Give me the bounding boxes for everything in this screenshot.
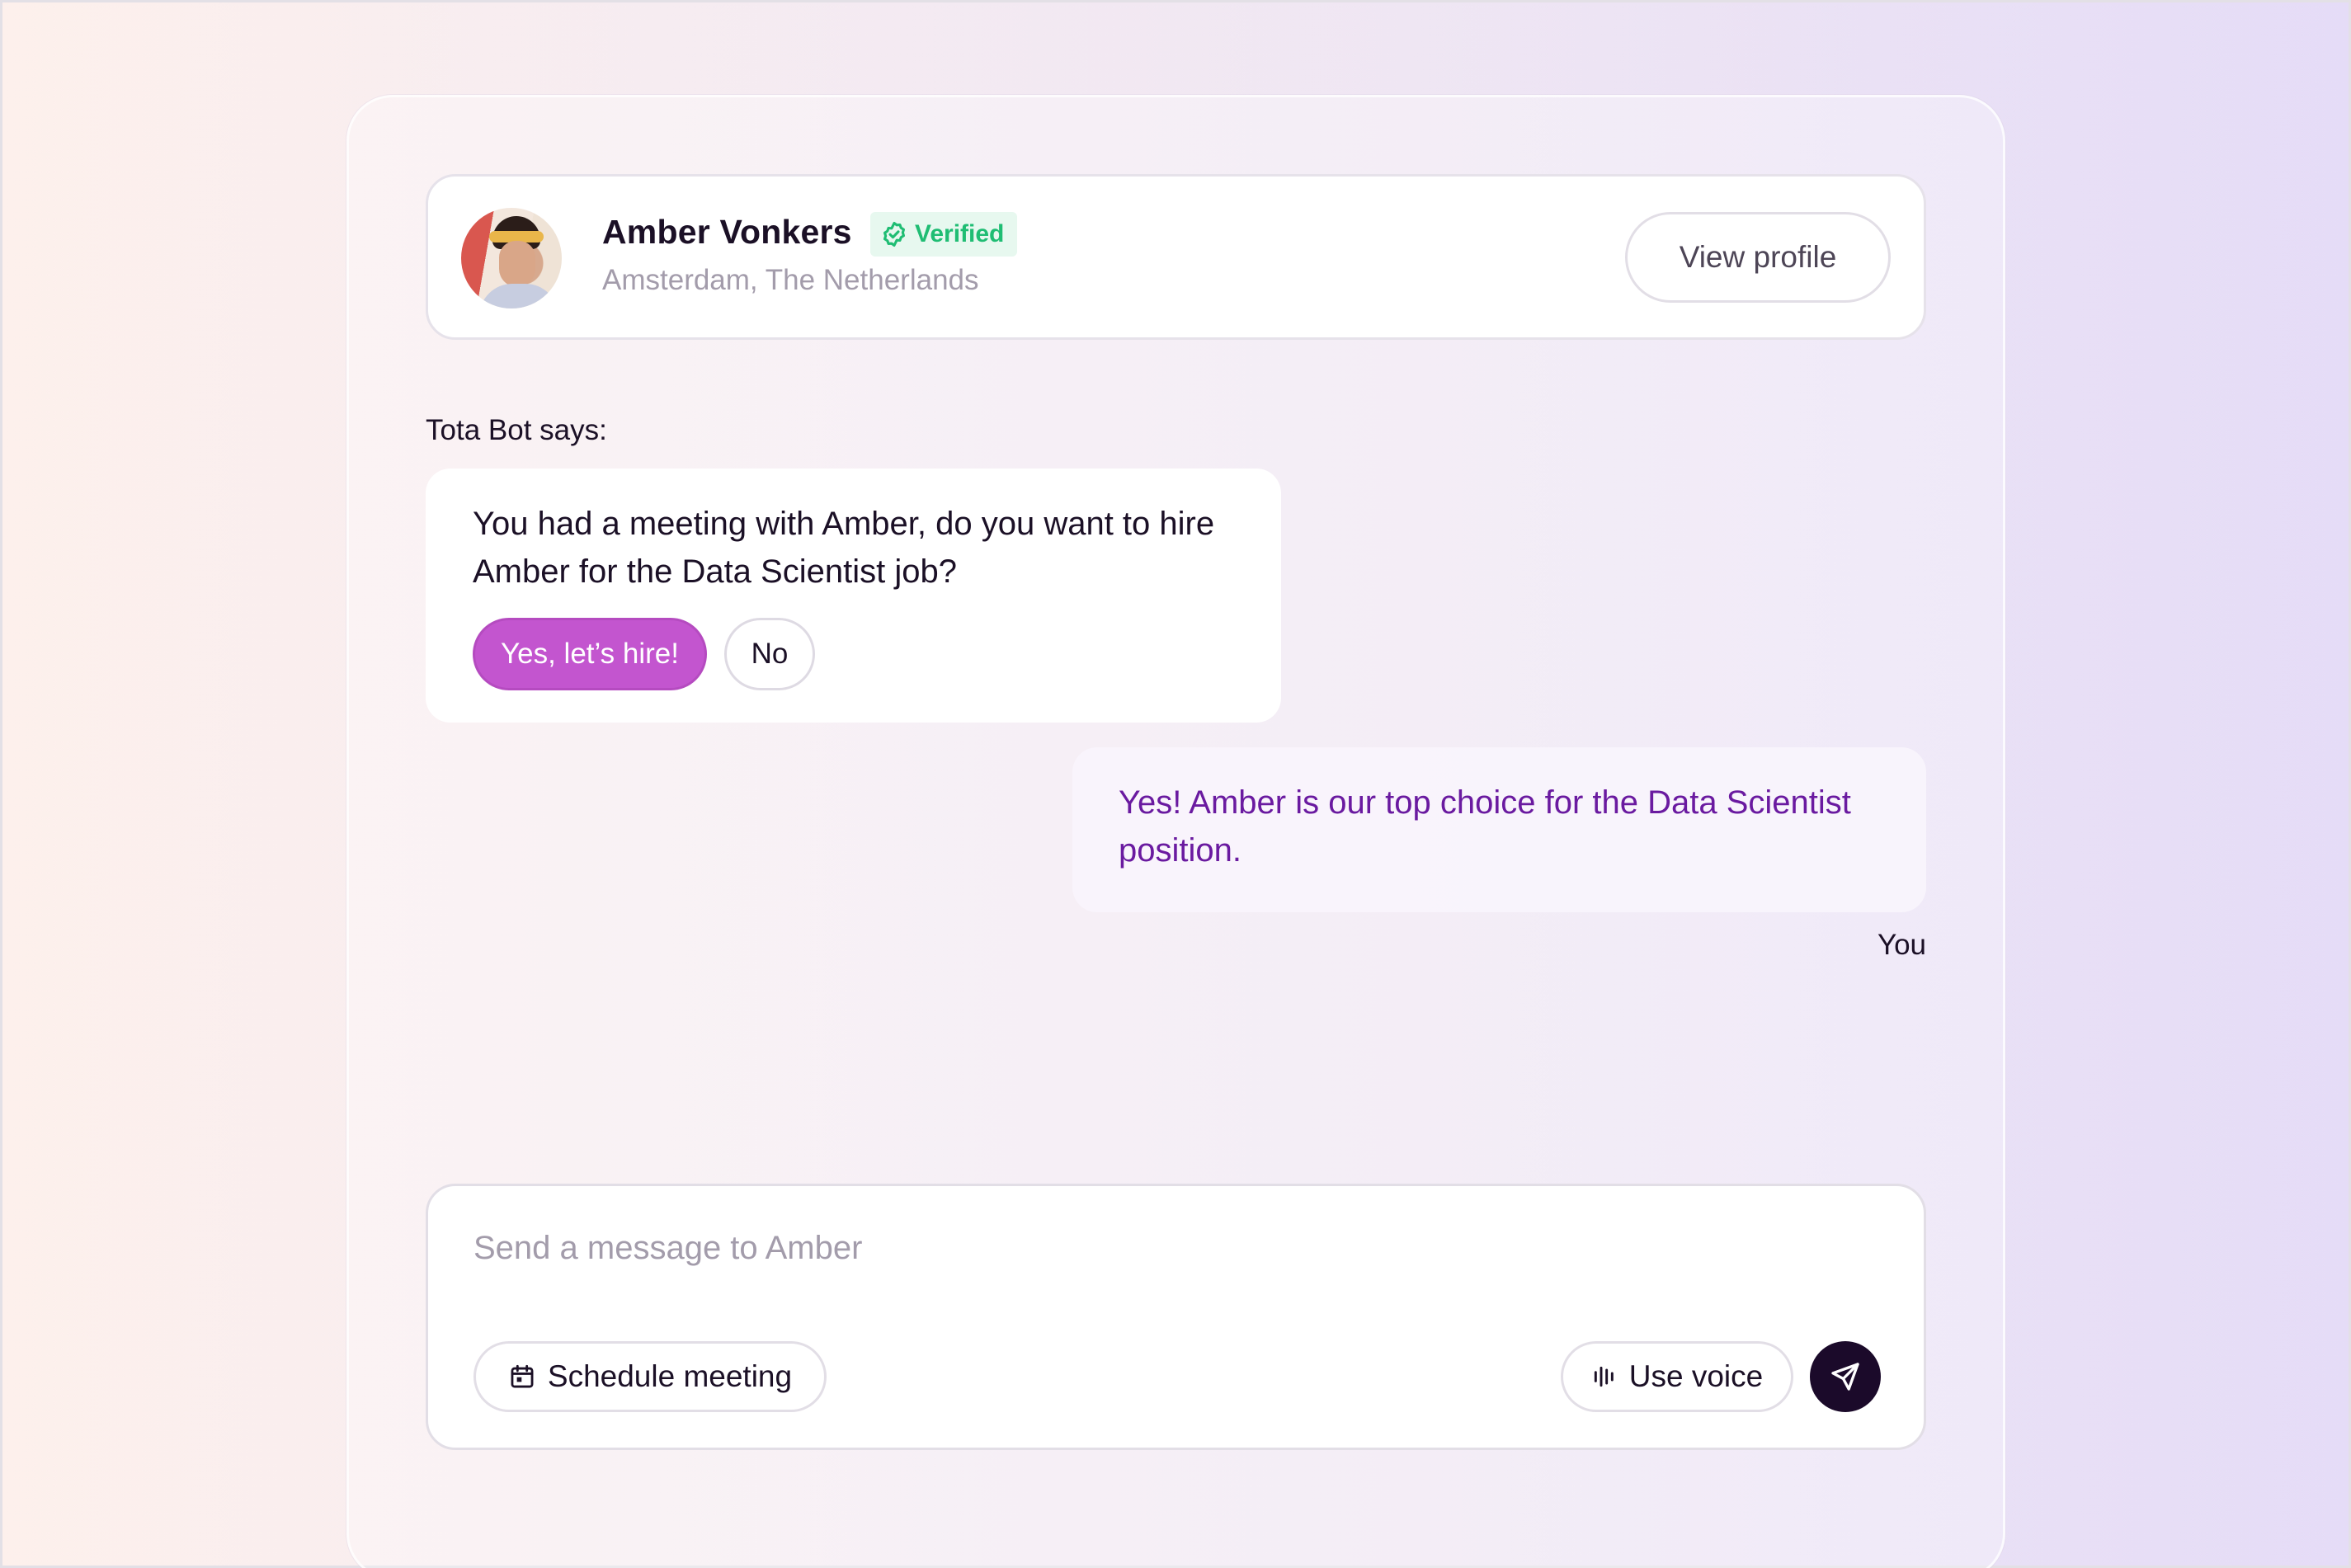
profile-location: Amsterdam, The Netherlands bbox=[602, 264, 979, 296]
use-voice-label: Use voice bbox=[1628, 1359, 1764, 1393]
use-voice-button[interactable]: Use voice bbox=[1561, 1341, 1793, 1412]
schedule-meeting-button[interactable]: Schedule meeting bbox=[473, 1341, 827, 1412]
avatar[interactable] bbox=[461, 208, 562, 308]
message-composer: Schedule meeting Use voice bbox=[426, 1184, 1926, 1450]
calendar-icon bbox=[508, 1363, 536, 1391]
no-button[interactable]: No bbox=[724, 618, 815, 690]
user-message-bubble: Yes! Amber is our top choice for the Dat… bbox=[1072, 747, 1926, 912]
verified-badge: Verified bbox=[870, 212, 1018, 257]
yes-hire-button[interactable]: Yes, let’s hire! bbox=[473, 618, 707, 690]
user-sender-label: You bbox=[1877, 929, 1926, 961]
avatar-face bbox=[499, 241, 535, 287]
user-message-text: Yes! Amber is our top choice for the Dat… bbox=[1119, 784, 1851, 869]
waveform-icon bbox=[1591, 1363, 1618, 1390]
schedule-meeting-label: Schedule meeting bbox=[547, 1359, 793, 1393]
message-input[interactable] bbox=[473, 1219, 1876, 1277]
bot-sender-label: Tota Bot says: bbox=[426, 414, 607, 446]
check-circle-icon bbox=[880, 220, 908, 248]
view-profile-button[interactable]: View profile bbox=[1625, 212, 1891, 303]
bot-message-bubble: You had a meeting with Amber, do you wan… bbox=[426, 469, 1281, 723]
profile-card: Amber Vonkers Verified Amsterdam, The Ne… bbox=[426, 174, 1926, 340]
send-icon bbox=[1829, 1360, 1862, 1393]
bot-message-text: You had a meeting with Amber, do you wan… bbox=[473, 506, 1215, 590]
verified-badge-label: Verified bbox=[915, 220, 1005, 247]
send-button[interactable] bbox=[1810, 1341, 1881, 1412]
avatar-shirt bbox=[479, 284, 558, 308]
profile-name: Amber Vonkers bbox=[602, 213, 852, 251]
